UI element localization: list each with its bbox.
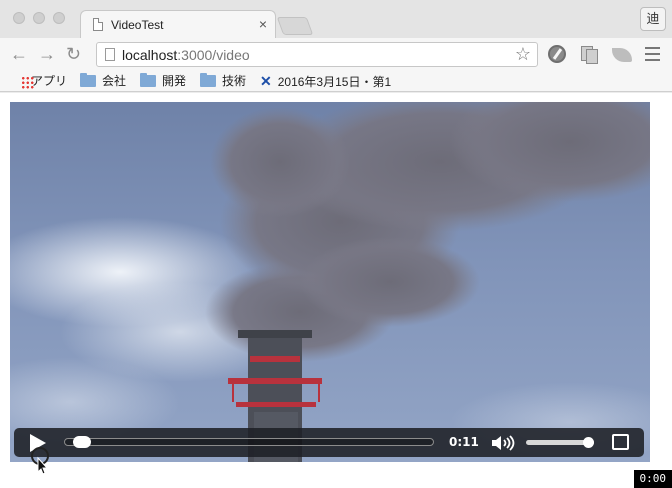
progress-thumb[interactable]: [72, 436, 91, 448]
new-tab-button[interactable]: [276, 17, 314, 35]
folder-icon: [140, 73, 156, 87]
tab-close-icon[interactable]: ×: [259, 16, 267, 32]
profile-button[interactable]: 迪: [640, 7, 666, 31]
video-player[interactable]: [10, 102, 650, 462]
zoom-window-button[interactable]: [53, 12, 65, 24]
bookmark-star-icon[interactable]: ☆: [515, 44, 531, 65]
bookmark-folder-tech[interactable]: 技術: [200, 73, 246, 89]
tab-title: VideoTest: [111, 18, 164, 32]
volume-thumb[interactable]: [583, 437, 594, 448]
compass-extension-icon[interactable]: [548, 45, 566, 63]
menu-icon[interactable]: [645, 47, 660, 65]
folder-icon: [200, 73, 216, 87]
fullscreen-icon[interactable]: [612, 434, 629, 450]
video-frame-image: [10, 102, 650, 462]
page-info-icon[interactable]: [105, 48, 115, 61]
x-logo-icon: ✕: [260, 73, 272, 89]
close-window-button[interactable]: [13, 12, 25, 24]
current-time: 0:11: [449, 435, 479, 449]
progress-bar[interactable]: [64, 436, 434, 448]
video-controls: 0:11: [14, 428, 644, 457]
toolbar: ← → ↻ localhost:3000/video ☆: [0, 38, 672, 70]
apps-grid-icon: [21, 76, 34, 89]
wedge-extension-icon[interactable]: [612, 48, 632, 62]
folder-icon: [80, 73, 96, 87]
address-bar[interactable]: localhost:3000/video ☆: [96, 42, 538, 67]
page-icon: [93, 18, 103, 31]
mouse-cursor-icon: [31, 447, 49, 474]
reload-icon[interactable]: ↻: [66, 44, 81, 64]
tab-videotest[interactable]: VideoTest ×: [80, 10, 276, 38]
minimize-window-button[interactable]: [33, 12, 45, 24]
bookmark-folder-company[interactable]: 会社: [80, 73, 126, 89]
bookmark-news[interactable]: ✕ 2016年3月15日・第1: [260, 73, 396, 89]
back-icon[interactable]: ←: [10, 44, 28, 64]
url-text[interactable]: localhost:3000/video: [122, 47, 250, 63]
bookmark-apps[interactable]: アプリ: [10, 73, 67, 89]
browser-window: VideoTest × 迪 ← → ↻ localhost:3000/video…: [0, 0, 672, 488]
copy-extension-icon[interactable]: [580, 45, 598, 64]
forward-icon[interactable]: →: [38, 44, 56, 64]
tab-strip: VideoTest × 迪: [0, 0, 672, 38]
volume-slider[interactable]: [526, 437, 594, 448]
volume-icon[interactable]: [491, 435, 517, 451]
recording-timestamp: 0:00: [633, 470, 672, 488]
bookmark-folder-development[interactable]: 開発: [140, 73, 186, 89]
bookmarks-bar: アプリ 会社 開発 技術 ✕ 2016年3月15日・第1: [0, 70, 672, 92]
